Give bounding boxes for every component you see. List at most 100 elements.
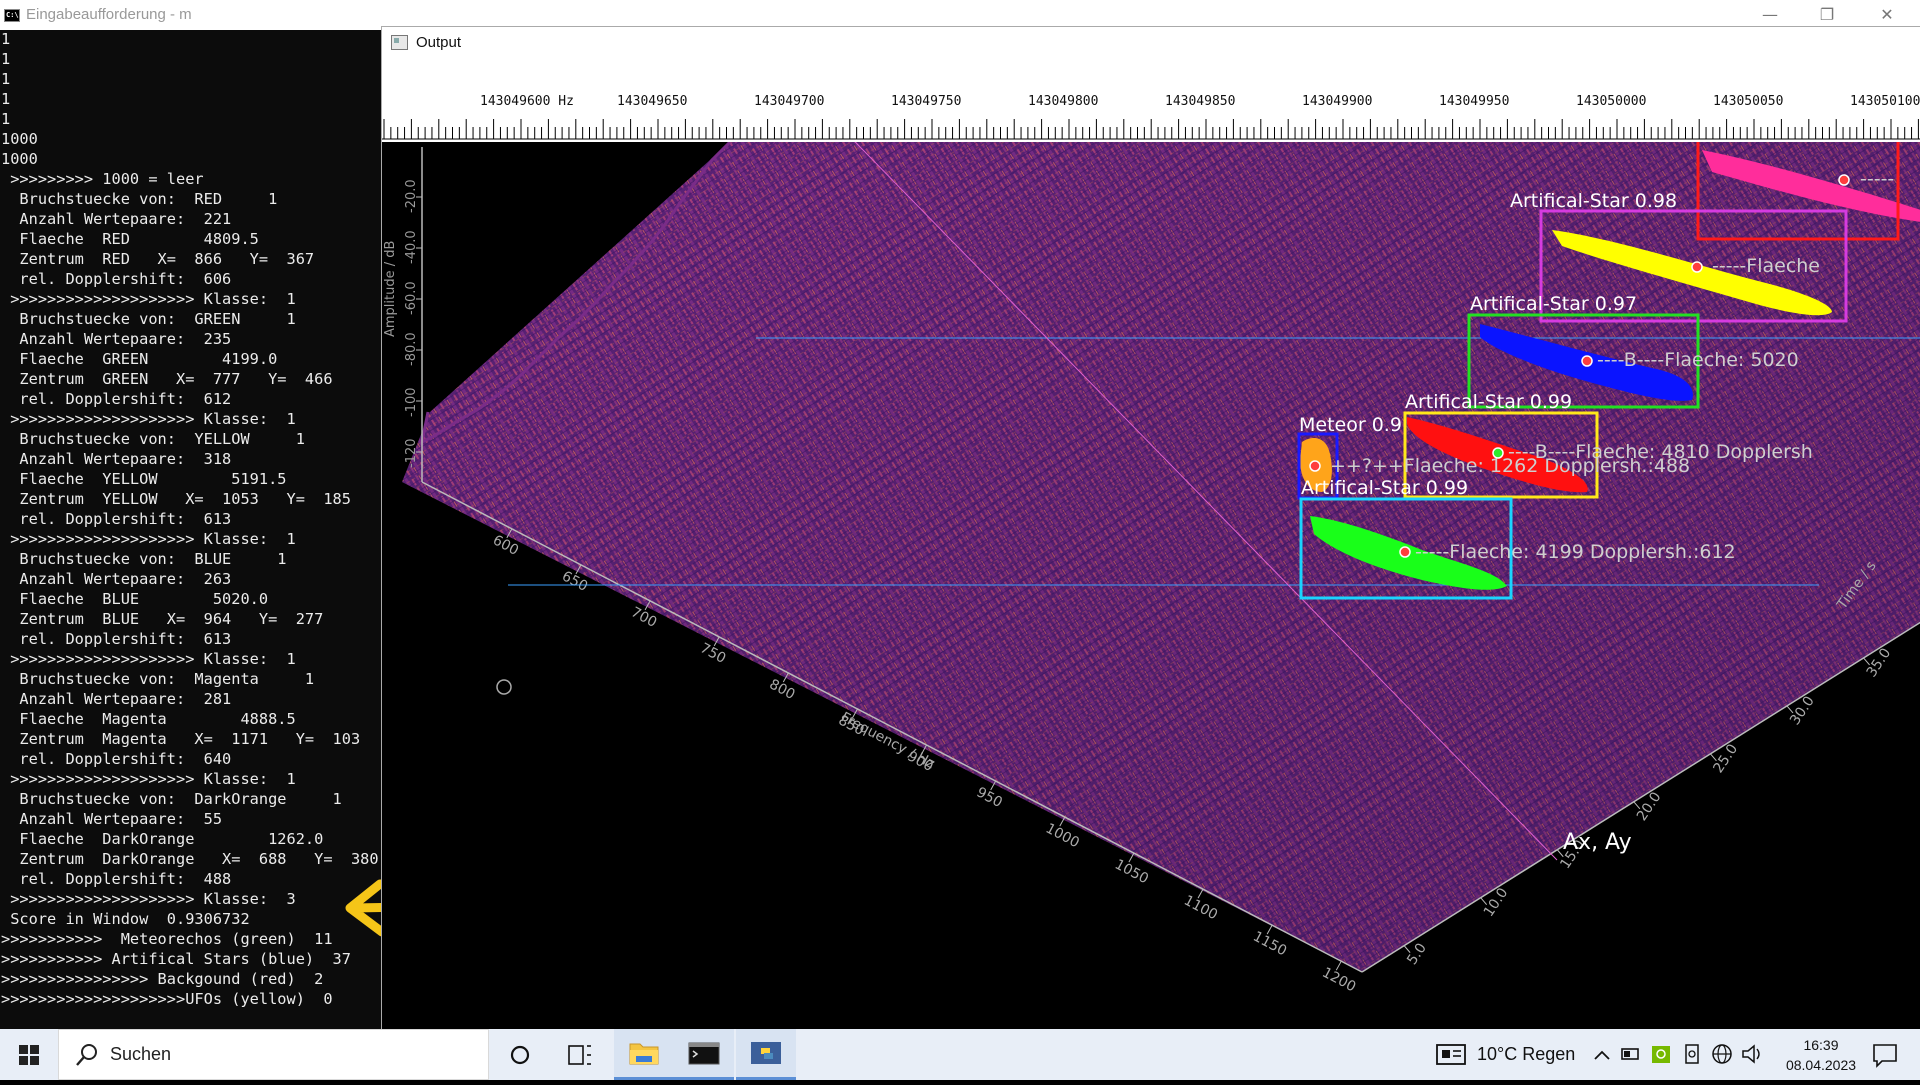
chevron-up-icon[interactable]	[1592, 1029, 1612, 1080]
frequency-ruler: 143049600 Hz 143049650 143049700 143049750 1…	[382, 57, 1920, 142]
console-line: rel. Dopplershift: 613	[1, 630, 232, 648]
detection-label: Meteor 0.9	[1299, 414, 1402, 436]
time-axis-tick-label: 5.0	[1404, 940, 1430, 967]
console-line: 1	[1, 50, 11, 68]
volume-icon[interactable]	[1740, 1029, 1764, 1080]
detection-label: Artifical-Star 0.99	[1405, 391, 1572, 413]
console-line: Bruchstuecke von: RED 1	[1, 190, 278, 208]
search-placeholder: Suchen	[110, 1044, 172, 1064]
console-line: 1000	[1, 150, 38, 168]
taskbar-search-box[interactable]: Suchen	[58, 1029, 489, 1080]
output-window[interactable]: Output 143049600 Hz 143049650 143049700 143…	[381, 26, 1920, 1030]
console-line: >>>>>>>>>>>>>>>>>>>> Klasse: 1	[1, 650, 296, 668]
console-app-icon: C:\	[4, 9, 20, 22]
detection-label: Artifical-Star 0.98	[1510, 190, 1677, 212]
console-line: Flaeche DarkOrange 1262.0	[1, 830, 324, 848]
weather-widget[interactable]: 10°C Regen	[1435, 1029, 1575, 1080]
console-line: >>>>>>>>>>>>>>>>>>>> Klasse: 3	[1, 890, 296, 908]
console-line: >>>>>>>>>>>>>>>>>>>>UFOs (yellow) 0	[1, 990, 333, 1008]
frequency-axis-tick-label: 1150	[1250, 929, 1289, 960]
console-line: rel. Dopplershift: 640	[1, 750, 232, 768]
output-window-title: Output	[416, 34, 462, 51]
search-icon	[76, 1044, 97, 1066]
cortana-circle-icon	[510, 1045, 530, 1065]
amplitude-tick-label: -80.0	[404, 332, 419, 366]
detection-label: Artifical-Star 0.96	[1698, 142, 1865, 145]
detection-label: Artifical-Star 0.99	[1301, 477, 1468, 499]
taskbar: Suchen 10°C Regen 16:39 08.04.2023	[0, 1029, 1920, 1080]
console-line: Score in Window 0.9306732	[1, 910, 250, 928]
weather-text: 10°C Regen	[1477, 1044, 1576, 1064]
console-line: rel. Dopplershift: 488	[1, 870, 232, 888]
terminal-icon	[688, 1042, 720, 1065]
console-line: >>>>>>>>>>> Artifical Stars (blue) 37	[1, 950, 351, 968]
frequency-tick-label: 143049950	[1439, 94, 1509, 109]
amplitude-tick-label: -20.0	[404, 179, 419, 213]
frequency-axis-tick	[1266, 924, 1273, 935]
frequency-axis-tick-label: 950	[974, 784, 1005, 811]
notification-center-icon[interactable]	[1868, 1029, 1902, 1080]
frequency-tick-label: 143049900	[1302, 94, 1372, 109]
console-line: 1	[1, 70, 11, 88]
file-explorer-button[interactable]	[614, 1029, 674, 1080]
python-button[interactable]	[736, 1029, 796, 1080]
detection-center-dot	[1309, 460, 1321, 472]
amplitude-tick-label: -60.0	[404, 281, 419, 315]
weather-news-icon	[1436, 1044, 1466, 1065]
cursor-circle	[496, 679, 512, 695]
waterfall-3d-plot: -20.0-40.0-60.0-80.0-100-120 60065070075…	[383, 142, 1920, 996]
amplitude-tick-label: -40.0	[404, 230, 419, 264]
console-line: Bruchstuecke von: GREEN 1	[1, 310, 296, 328]
cortana-button[interactable]	[490, 1029, 550, 1080]
console-line: Flaeche GREEN 4199.0	[1, 350, 278, 368]
frequency-tick-label: 143050100	[1850, 94, 1920, 109]
window-icon	[391, 35, 408, 50]
detection-center-dot	[1581, 355, 1593, 367]
terminal-button[interactable]	[674, 1029, 734, 1080]
console-line: Zentrum YELLOW X= 1053 Y= 185	[1, 490, 351, 508]
console-line: >>>>>>>>>>> Meteorechos (green) 11	[1, 930, 333, 948]
console-line: >>>>>>>>> 1000 = leer	[1, 170, 204, 188]
console-line: Bruchstuecke von: YELLOW 1	[1, 430, 305, 448]
detection-label: Artifical-Star 0.97	[1470, 293, 1637, 315]
frequency-tick-label: 143050000	[1576, 94, 1646, 109]
clock-time[interactable]: 16:39	[1776, 1037, 1866, 1053]
task-view-button[interactable]	[550, 1029, 610, 1080]
console-lines: 1 1 1 1 1 1000 1000 >>>>>>>>> 1000 = leer Bruc…	[1, 30, 379, 1010]
console-line: >>>>>>>>>>>>>>>> Backgound (red) 2	[1, 970, 324, 988]
detection-center-dot	[1838, 174, 1850, 186]
console-line: 1	[1, 30, 11, 48]
console-output: 1 1 1 1 1 1000 1000 >>>>>>>>> 1000 = leer Bruc…	[0, 30, 382, 1029]
start-button[interactable]	[0, 1029, 58, 1080]
console-line: rel. Dopplershift: 613	[1, 510, 232, 528]
output-titlebar[interactable]: Output	[382, 27, 1920, 57]
detection-annotation: -----Flaeche	[1712, 255, 1820, 277]
console-window-title: Eingabeaufforderung - m	[26, 6, 192, 23]
network-globe-icon[interactable]	[1711, 1029, 1733, 1080]
detection-annotation: -----Flaeche: 4199 Dopplersh.:612	[1415, 541, 1736, 563]
console-line: 1000	[1, 130, 38, 148]
device-icon[interactable]	[1682, 1029, 1704, 1080]
axes-cursor-label: Ax, Ay	[1563, 830, 1632, 855]
console-line: 1	[1, 110, 11, 128]
console-line: >>>>>>>>>>>>>>>>>>>> Klasse: 1	[1, 530, 296, 548]
clock-date[interactable]: 08.04.2023	[1776, 1057, 1866, 1073]
nvidia-icon[interactable]	[1650, 1029, 1672, 1080]
console-line: Zentrum BLUE X= 964 Y= 277	[1, 610, 324, 628]
frequency-axis-tick-label: 1200	[1319, 965, 1358, 996]
console-line: rel. Dopplershift: 612	[1, 390, 232, 408]
battery-icon[interactable]	[1620, 1029, 1642, 1080]
console-line: Bruchstuecke von: Magenta 1	[1, 670, 315, 688]
frequency-tick-label: 143049700	[754, 94, 824, 109]
amplitude-tick-label: -120	[404, 438, 419, 468]
frequency-axis-tick-label: 1100	[1181, 893, 1220, 924]
console-line: Bruchstuecke von: BLUE 1	[1, 550, 287, 568]
console-line: Anzahl Wertepaare: 281	[1, 690, 232, 708]
task-view-icon	[568, 1045, 591, 1065]
folder-icon	[629, 1043, 659, 1065]
amplitude-tick-label: -100	[404, 387, 419, 417]
detection-annotation: ++?++Flaeche: 1262 Dopplersh.:488	[1330, 455, 1690, 477]
console-line: Bruchstuecke von: DarkOrange 1	[1, 790, 342, 808]
detection-center-dot	[1399, 546, 1411, 558]
frequency-axis-tick	[1335, 960, 1342, 971]
